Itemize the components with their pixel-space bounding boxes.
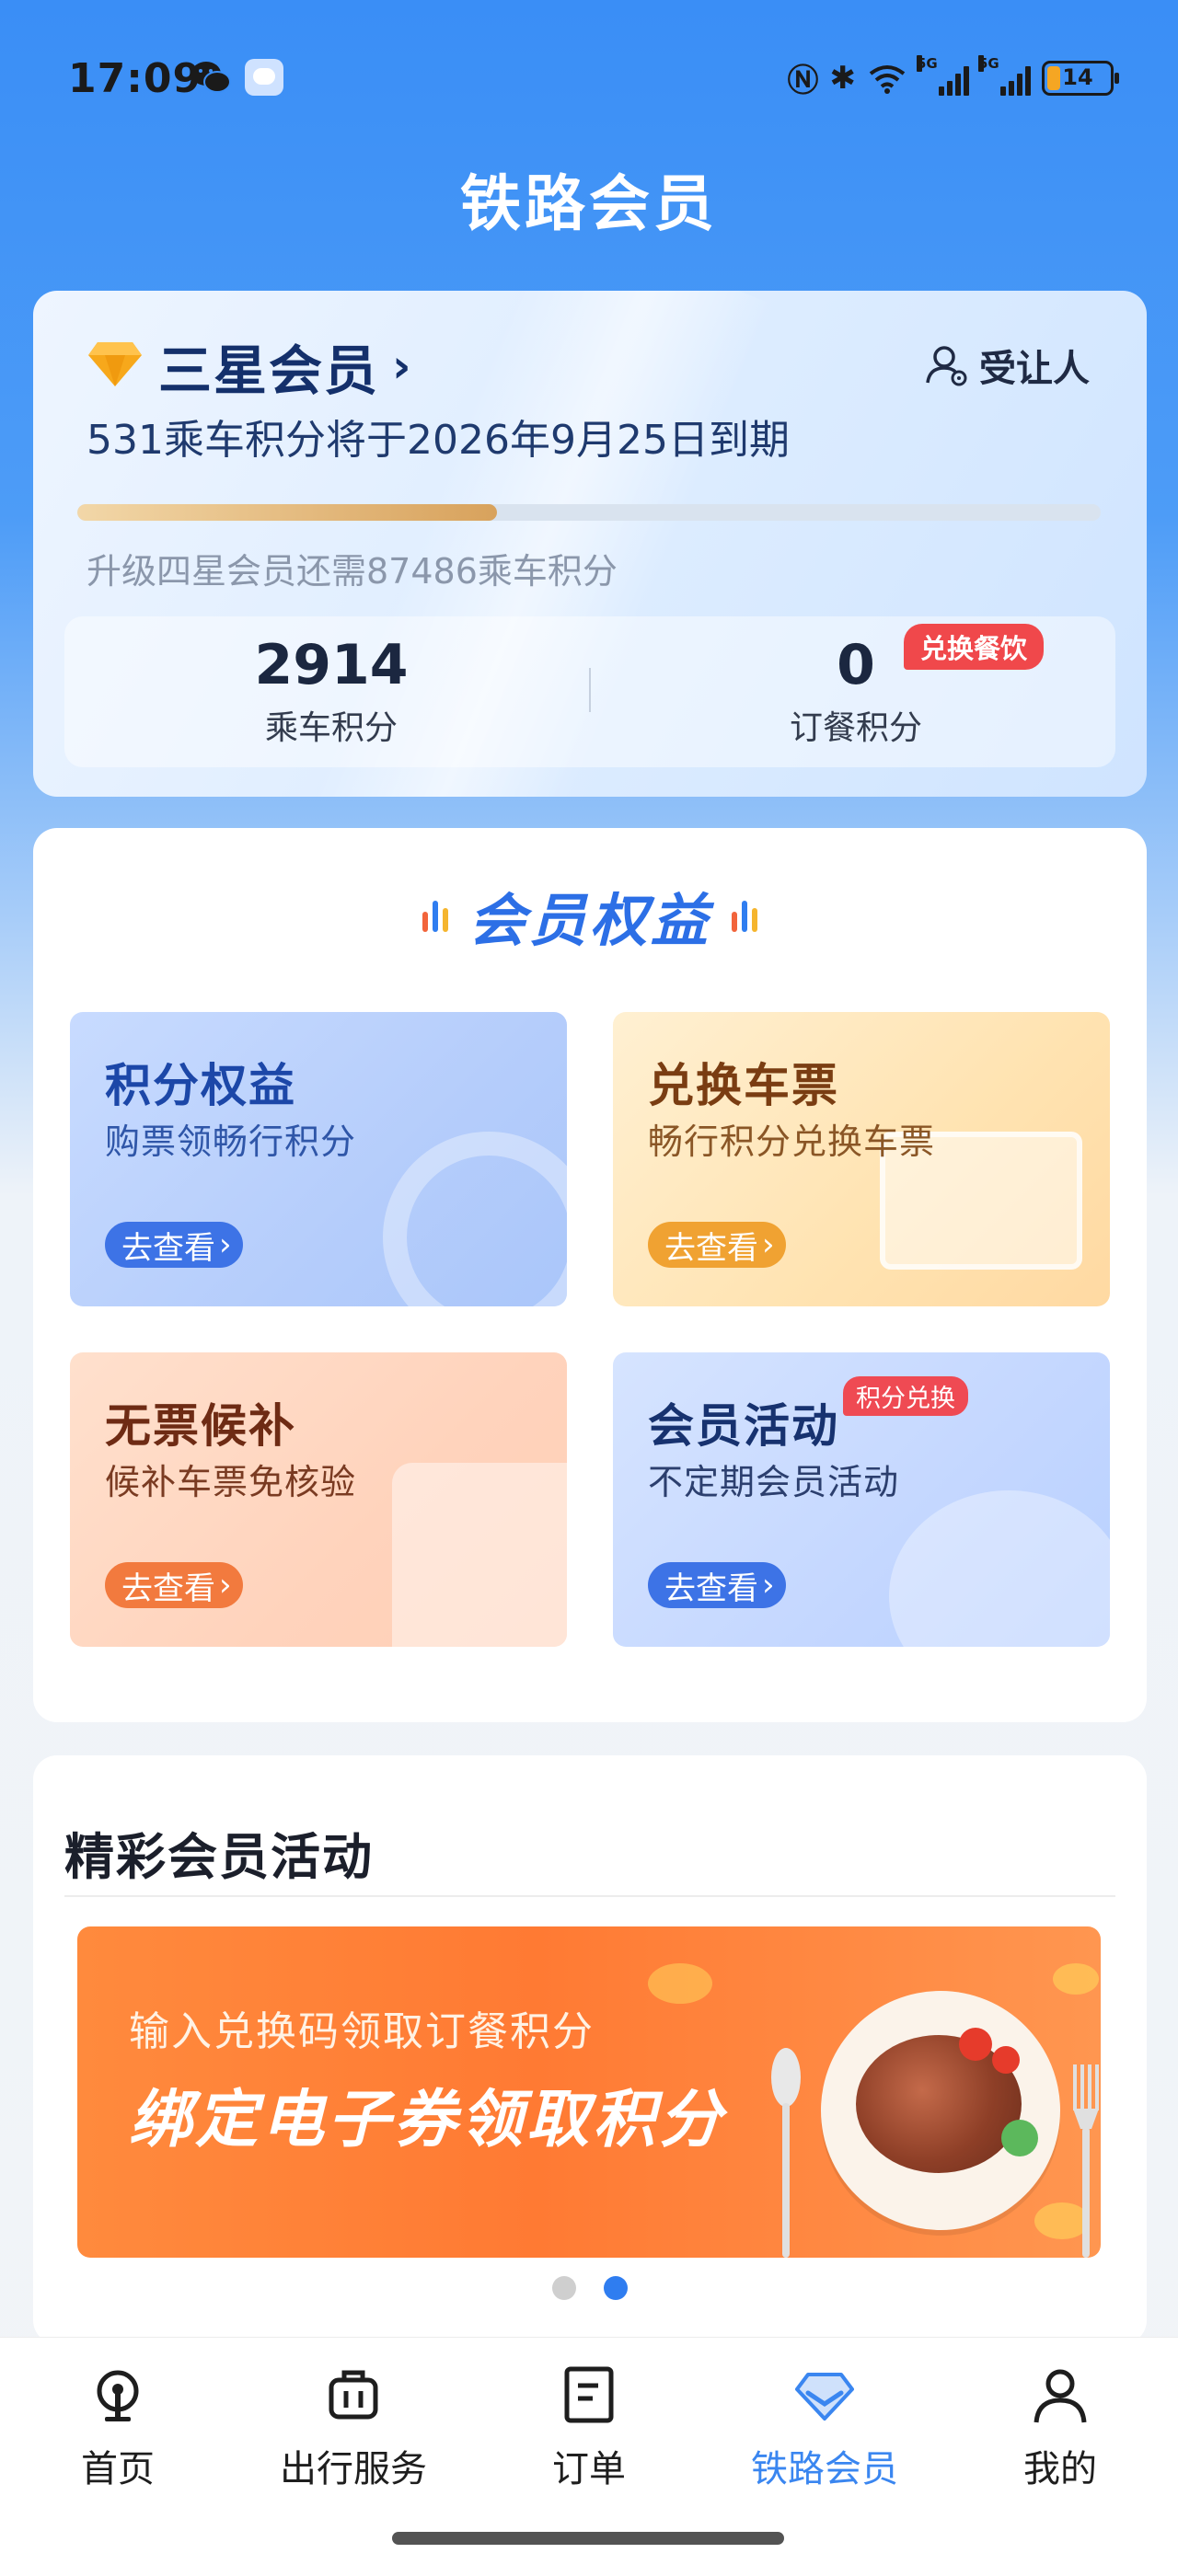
beneficiary-label: 受让人 (979, 348, 1090, 390)
carousel-dot[interactable] (552, 2276, 576, 2300)
ride-points-label: 乘车积分 (264, 709, 398, 747)
points-divider (589, 668, 591, 712)
bluetooth-icon: ✱ (829, 59, 857, 97)
benefit-tile-title: 会员活动 (648, 1399, 839, 1453)
message-icon (245, 59, 283, 96)
railway-logo-icon (383, 1132, 567, 1306)
benefit-tile-title: 无票候补 (105, 1399, 296, 1453)
home-indicator (392, 2532, 784, 2545)
upgrade-progress-fill (77, 504, 497, 521)
status-notification-icons (190, 59, 283, 96)
wifi-icon (869, 64, 906, 94)
ride-points[interactable]: 2914 乘车积分 (147, 633, 515, 749)
steak-plate-icon (821, 1991, 1060, 2230)
member-activities-section: 精彩会员活动 输入兑换码领取订餐积分 绑定电子券领取积分 (33, 1755, 1147, 2344)
benefit-tile-waitlist[interactable]: 无票候补 候补车票免核验 去查看 › (70, 1352, 567, 1647)
signal-icon: 5G (917, 54, 969, 96)
luggage-icon (329, 2370, 378, 2420)
user-settings-icon (926, 346, 967, 386)
benefits-title: 会员权益 (468, 887, 711, 954)
nfc-icon: Ⓝ (787, 63, 819, 99)
nav-item-railway-member[interactable]: 铁路会员 (733, 2365, 917, 2492)
diamond-icon (795, 2373, 854, 2421)
member-card: 三星会员 › 受让人 531乘车积分将于2026年9月25日到期 升级四星会员还… (33, 291, 1147, 797)
upgrade-progress-bar (77, 504, 1101, 521)
gift-bag-icon (889, 1490, 1110, 1647)
profile-icon (1034, 2369, 1087, 2423)
activities-title: 精彩会员活动 (64, 1828, 374, 1886)
view-button[interactable]: 去查看 › (648, 1562, 786, 1608)
diamond-icon (88, 342, 142, 386)
nav-label: 铁路会员 (751, 2448, 898, 2490)
benefit-tile-subtitle: 不定期会员活动 (648, 1462, 900, 1502)
points-expiry-notice: 531乘车积分将于2026年9月25日到期 (87, 417, 790, 464)
benefit-tile-subtitle: 购票领畅行积分 (105, 1121, 357, 1162)
nav-item-orders[interactable]: 订单 (497, 2365, 681, 2492)
ride-points-value: 2914 (254, 633, 409, 697)
meal-points-label: 订餐积分 (789, 709, 922, 747)
beneficiary-button[interactable]: 受让人 (924, 339, 1090, 392)
member-benefits-section: 会员权益 积分权益 购票领畅行积分 去查看 › 兑换车票 畅行积分兑换车票 去查看… (33, 828, 1147, 1722)
status-time: 17:09 (68, 55, 202, 102)
nav-item-travel-services[interactable]: 出行服务 (261, 2365, 445, 2492)
carousel-dot-active[interactable] (604, 2276, 628, 2300)
nav-item-profile[interactable]: 我的 (968, 2365, 1152, 2492)
divider (64, 1895, 1115, 1897)
spoon-icon (771, 2048, 801, 2258)
banner-headline: 绑定电子券领取积分 (129, 2084, 726, 2156)
coin-icon (1053, 1963, 1099, 1995)
chevron-right-icon: › (219, 1567, 232, 1604)
banner-subtitle: 输入兑换码领取订餐积分 (129, 2008, 595, 2055)
benefit-tile-subtitle: 候补车票免核验 (105, 1462, 357, 1502)
points-exchange-badge: 积分兑换 (843, 1376, 968, 1416)
view-button[interactable]: 去查看 › (105, 1222, 243, 1268)
view-button[interactable]: 去查看 › (105, 1562, 243, 1608)
benefit-tile-points[interactable]: 积分权益 购票领畅行积分 去查看 › (70, 1012, 567, 1306)
chevron-right-icon: › (762, 1567, 775, 1604)
decorative-bars-icon (732, 899, 757, 932)
benefit-tile-activities[interactable]: 积分兑换 会员活动 不定期会员活动 去查看 › (613, 1352, 1110, 1647)
signal-icon: 5G (978, 54, 1031, 96)
chevron-right-icon: › (219, 1226, 232, 1263)
benefits-header: 会员权益 (33, 874, 1147, 957)
nav-label: 我的 (1023, 2448, 1097, 2490)
decorative-bars-icon (422, 899, 448, 932)
home-icon (97, 2370, 139, 2421)
nav-label: 出行服务 (280, 2448, 427, 2490)
view-button[interactable]: 去查看 › (648, 1222, 786, 1268)
nav-label: 订单 (552, 2448, 626, 2490)
page-title: 铁路会员 (460, 168, 718, 239)
nav-label: 首页 (81, 2448, 155, 2490)
benefit-tile-subtitle: 畅行积分兑换车票 (648, 1121, 936, 1162)
coin-icon (648, 1963, 712, 2004)
battery-icon: 14 (1042, 60, 1119, 96)
carousel-indicator (33, 2276, 1147, 2300)
benefit-tile-title: 兑换车票 (648, 1059, 839, 1112)
order-icon (564, 2366, 614, 2423)
fork-icon (1073, 2064, 1099, 2258)
benefit-tile-title: 积分权益 (105, 1059, 296, 1112)
upgrade-notice: 升级四星会员还需87486乘车积分 (87, 551, 618, 592)
exchange-meal-badge[interactable]: 兑换餐饮 (904, 624, 1045, 670)
phone-ticket-icon (392, 1463, 567, 1647)
member-level-label: 三星会员 (158, 339, 380, 402)
chevron-right-icon: › (762, 1226, 775, 1263)
benefit-tile-exchange-ticket[interactable]: 兑换车票 畅行积分兑换车票 去查看 › (613, 1012, 1110, 1306)
points-summary: 2914 乘车积分 0 订餐积分 兑换餐饮 (64, 616, 1115, 767)
activity-banner[interactable]: 输入兑换码领取订餐积分 绑定电子券领取积分 (77, 1926, 1101, 2258)
chevron-right-icon: › (392, 339, 411, 393)
wechat-icon (191, 62, 231, 93)
nav-item-home[interactable]: 首页 (26, 2365, 210, 2492)
status-system-icons: Ⓝ ✱ 5G 5G 14 (787, 54, 1119, 100)
member-level[interactable]: 三星会员 › (158, 328, 411, 405)
status-bar: 17:09 Ⓝ ✱ 5G 5G 14 (0, 0, 1178, 156)
